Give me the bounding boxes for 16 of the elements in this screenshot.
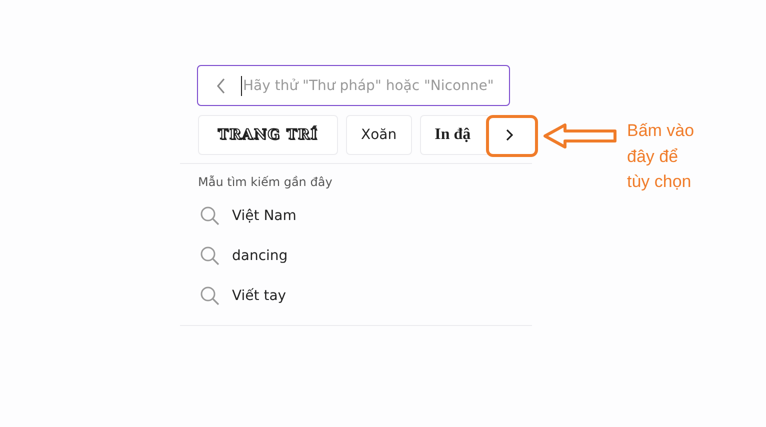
recent-search-item[interactable]: Việt Nam [232,208,296,224]
search-icon [200,206,220,226]
arrow-icon [543,123,617,149]
search-icon [200,286,220,306]
search-field[interactable]: Hãy thử "Thư pháp" hoặc "Niconne" [197,65,510,106]
text-cursor [241,76,242,96]
highlight-frame [486,115,538,157]
font-chip[interactable]: Xoăn [346,115,412,155]
font-chip[interactable]: TRANG TRÍ [198,115,338,155]
font-chip[interactable]: In đậ [420,115,488,155]
recent-search-item[interactable]: dancing [232,248,288,264]
back-icon[interactable] [216,78,226,94]
recent-search-item[interactable]: Viết tay [232,288,286,304]
section-heading: Mẫu tìm kiếm gần đây [198,175,334,189]
search-icon [200,246,220,266]
annotation-text: Bấm vào đây để tùy chọn [627,120,696,193]
